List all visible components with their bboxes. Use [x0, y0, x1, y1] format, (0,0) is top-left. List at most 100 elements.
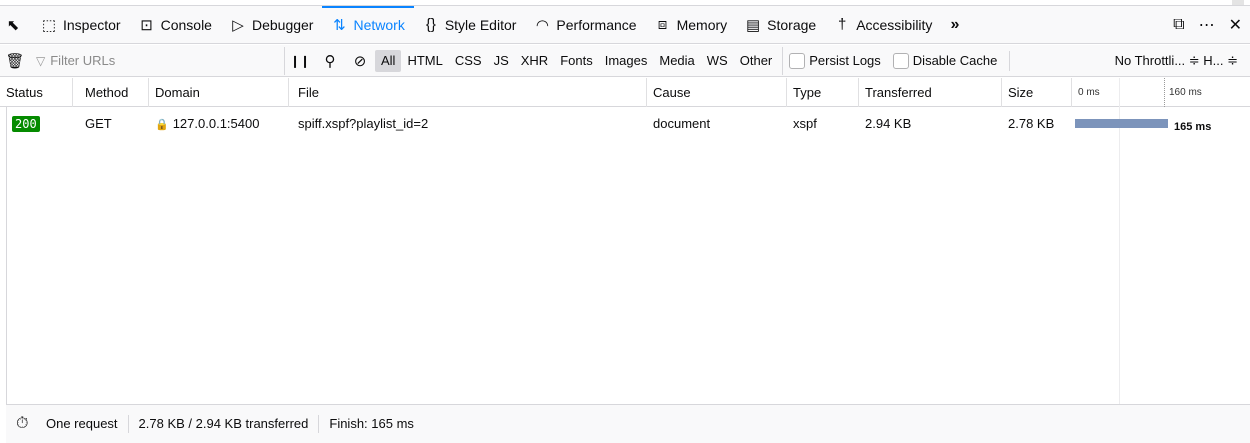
throttling-select[interactable]: No Throttli... ≑ H... ≑	[1115, 45, 1238, 77]
tab-inspector[interactable]: ⬚ Inspector	[32, 6, 130, 44]
status-badge: 200	[12, 116, 40, 132]
tab-label: Debugger	[251, 16, 314, 33]
filter-js-button[interactable]: JS	[488, 50, 515, 72]
finish-time: Finish: 165 ms	[329, 416, 414, 431]
close-button[interactable]: ✕	[1229, 15, 1242, 35]
waterfall-tick-label: 160 ms	[1169, 87, 1202, 98]
file-cell: spiff.xspf?playlist_id=2	[298, 116, 429, 131]
waterfall-timing-label: 165 ms	[1174, 121, 1212, 133]
request-list-header: Status Method Domain File Cause Type Tra…	[0, 78, 1250, 107]
tab-memory[interactable]: ⧈ Memory	[646, 6, 737, 44]
persist-logs-checkbox[interactable]	[789, 52, 806, 69]
trash-icon: 🗑	[5, 52, 25, 70]
tab-debugger[interactable]: ▷ Debugger	[221, 6, 323, 44]
toolbar-separator	[1009, 50, 1011, 71]
debugger-icon: ▷	[232, 16, 244, 34]
column-transferred[interactable]: Transferred	[859, 78, 1002, 107]
filter-all-button[interactable]: All	[375, 49, 402, 72]
filter-other-button[interactable]: Other	[734, 50, 779, 72]
tab-storage[interactable]: ▤ Storage	[736, 6, 825, 44]
domain-text: 127.0.0.1:5400	[172, 116, 260, 131]
network-statusbar: ⏱ One request 2.78 KB / 2.94 KB transfer…	[6, 404, 1250, 443]
search-icon: ⚲	[324, 52, 336, 70]
waterfall-bar[interactable]	[1075, 119, 1168, 128]
table-row[interactable]: 200 GET 🔒 127.0.0.1:5400 spiff.xspf?playl…	[0, 107, 1250, 141]
filter-images-button[interactable]: Images	[599, 50, 654, 72]
column-domain[interactable]: Domain	[149, 78, 289, 107]
console-icon: ⊡	[140, 16, 153, 34]
transferred-cell: 2.94 KB	[865, 116, 912, 131]
tab-list: ⬚ Inspector ⊡ Console ▷ Debugger ⇅ Network {} Sty…	[32, 5, 941, 44]
type-filter-group: All HTML CSS JS XHR Fonts Images Media WS Other	[375, 46, 784, 75]
domain-cell: 🔒 127.0.0.1:5400	[149, 107, 289, 141]
transfer-summary: 2.78 KB / 2.94 KB transferred	[129, 415, 320, 433]
filter-html-button[interactable]: HTML	[401, 50, 448, 72]
column-size[interactable]: Size	[1002, 78, 1072, 107]
filter-xhr-button[interactable]: XHR	[515, 50, 554, 72]
scrollbar-thumb[interactable]	[1232, 0, 1244, 5]
tab-label: Inspector	[63, 16, 121, 33]
column-method[interactable]: Method	[79, 78, 149, 107]
accessibility-icon: †	[838, 16, 847, 33]
block-icon: ⊘	[353, 52, 367, 70]
tab-performance[interactable]: ◠ Performance	[525, 6, 645, 44]
clear-button[interactable]: 🗑	[0, 47, 30, 75]
tab-label: Performance	[556, 16, 637, 33]
storage-icon: ▤	[746, 16, 761, 34]
pause-button[interactable]: ❙❙	[285, 47, 315, 75]
method-cell: GET	[85, 116, 112, 131]
tab-accessibility[interactable]: † Accessibility	[825, 6, 941, 44]
tab-label: Memory	[676, 16, 728, 33]
tab-network[interactable]: ⇅ Network	[322, 5, 415, 44]
performance-analysis-button[interactable]: ⏱	[6, 415, 36, 433]
status-cell: 200	[6, 107, 79, 141]
dock-button[interactable]: ⧉	[1173, 16, 1184, 34]
filter-media-button[interactable]: Media	[653, 50, 700, 72]
cause-cell: document	[653, 116, 711, 131]
block-button[interactable]: ⊘	[345, 47, 375, 75]
more-options-button[interactable]: ⋯	[1199, 15, 1215, 35]
disable-cache-label: Disable Cache	[912, 53, 998, 68]
tab-console[interactable]: ⊡ Console	[130, 6, 221, 44]
persist-logs-toggle[interactable]: Persist Logs	[783, 52, 887, 69]
column-type[interactable]: Type	[787, 78, 859, 107]
waterfall-tick: 160 ms	[1164, 78, 1244, 107]
tabbar-right-controls: ⧉ ⋯ ✕	[1173, 6, 1242, 44]
tab-label: Console	[160, 16, 212, 33]
chevron-double-right-icon: »	[950, 15, 960, 33]
tab-label: Style Editor	[444, 16, 517, 33]
network-toolbar: 🗑 ▽ ❙❙ ⚲ ⊘ AllHTMLCSSJSXHRFontsImagesMed…	[0, 45, 1250, 77]
filter-fonts-button[interactable]: Fonts	[554, 50, 599, 72]
size-cell: 2.78 KB	[1008, 116, 1055, 131]
tab-style-editor[interactable]: {} Style Editor	[414, 6, 526, 44]
more-tabs-button[interactable]: »	[941, 6, 968, 44]
style-editor-icon: {}	[425, 16, 436, 33]
tab-label: Storage	[767, 16, 817, 33]
ellipsis-icon: ⋯	[1198, 17, 1215, 34]
column-cause[interactable]: Cause	[647, 78, 787, 107]
element-picker-icon: ⬉	[6, 16, 20, 34]
pause-icon: ❙❙	[289, 53, 311, 68]
column-file[interactable]: File	[292, 78, 647, 107]
stopwatch-icon: ⏱	[16, 415, 29, 432]
filter-css-button[interactable]: CSS	[449, 50, 488, 72]
throttling-label: No Throttli... ≑ H... ≑	[1114, 53, 1238, 68]
funnel-icon: ▽	[36, 53, 46, 68]
element-picker-button[interactable]: ⬉	[0, 6, 32, 44]
lock-icon: 🔒	[155, 119, 169, 131]
filter-urls-input[interactable]	[50, 53, 251, 68]
waterfall-start-label: 0 ms	[1078, 87, 1100, 98]
disable-cache-toggle[interactable]: Disable Cache	[887, 52, 1004, 69]
search-button[interactable]: ⚲	[315, 47, 345, 75]
performance-icon: ◠	[535, 16, 549, 34]
filter-box: ▽	[30, 46, 285, 75]
devtools-tabbar: ⬉ ⬚ Inspector ⊡ Console ▷ Debugger ⇅ Network {} S…	[0, 5, 1250, 44]
filter-ws-button[interactable]: WS	[701, 50, 734, 72]
disable-cache-checkbox[interactable]	[892, 52, 909, 69]
column-waterfall[interactable]: 0 ms	[1072, 78, 1162, 107]
inspector-icon: ⬚	[41, 16, 57, 34]
dock-icon: ⧉	[1173, 16, 1185, 33]
request-count: One request	[36, 415, 129, 433]
persist-logs-label: Persist Logs	[809, 53, 881, 68]
column-status[interactable]: Status	[0, 78, 73, 107]
